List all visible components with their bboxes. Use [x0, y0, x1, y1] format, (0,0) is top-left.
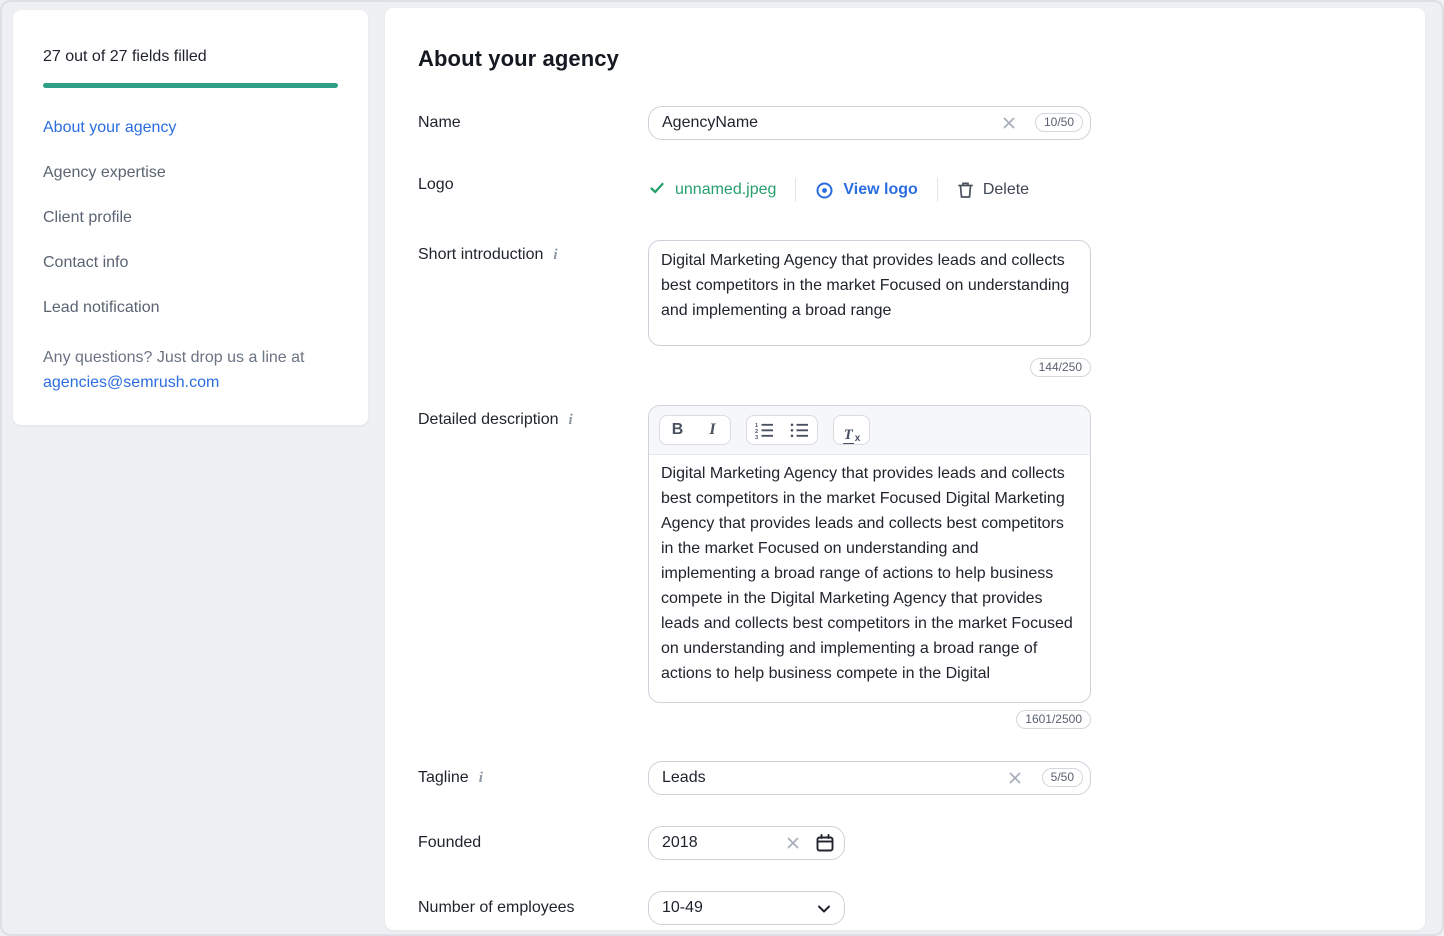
info-icon[interactable]: i: [553, 247, 557, 264]
employees-select[interactable]: 10-49: [648, 891, 845, 925]
logo-label: Logo: [418, 176, 648, 194]
check-icon: [648, 179, 666, 202]
sidebar-item-contact-info[interactable]: Contact info: [43, 254, 338, 272]
view-logo-button[interactable]: View logo: [815, 181, 917, 200]
short-introduction-row: Short introduction i Digital Marketing A…: [418, 240, 1425, 377]
name-field-wrap: 10/50: [648, 106, 1091, 140]
unordered-list-button[interactable]: [782, 416, 817, 444]
svg-text:3: 3: [755, 435, 758, 439]
logo-row: Logo unnamed.jpeg View logo: [418, 176, 1425, 202]
about-your-agency-panel: About your agency Name 10/50 Logo: [385, 8, 1425, 930]
progress-text: 27 out of 27 fields filled: [43, 48, 338, 66]
info-icon[interactable]: i: [569, 412, 573, 429]
tagline-row: Tagline i 5/50: [418, 761, 1425, 795]
employees-row: Number of employees 10-49: [418, 891, 1425, 925]
short-introduction-counter-badge: 144/250: [1030, 358, 1091, 377]
list-group: 123: [746, 415, 818, 445]
tagline-counter-badge: 5/50: [1042, 768, 1083, 787]
detailed-description-editor-body[interactable]: Digital Marketing Agency that provides l…: [649, 455, 1090, 703]
logo-filename: unnamed.jpeg: [675, 181, 776, 199]
name-counter-badge: 10/50: [1035, 113, 1083, 132]
clear-formatting-button[interactable]: T x: [834, 416, 869, 444]
bold-button[interactable]: B: [660, 416, 695, 444]
agency-form: Name 10/50 Logo: [418, 106, 1425, 925]
eye-icon: [815, 181, 834, 200]
tagline-field-wrap: 5/50: [648, 761, 1091, 795]
sidebar-item-agency-expertise[interactable]: Agency expertise: [43, 164, 338, 182]
sidebar-item-lead-notification[interactable]: Lead notification: [43, 299, 338, 317]
name-row: Name 10/50: [418, 106, 1425, 140]
chevron-down-icon: [816, 901, 832, 917]
sidebar-item-client-profile[interactable]: Client profile: [43, 209, 338, 227]
name-clear-icon[interactable]: [1001, 115, 1017, 131]
trash-icon: [957, 181, 974, 199]
divider: [795, 178, 796, 202]
employees-label: Number of employees: [418, 891, 648, 925]
support-note-text: Any questions? Just drop us a line at: [43, 349, 305, 366]
clear-formatting-icon: T: [843, 428, 854, 444]
sidebar-item-about-your-agency[interactable]: About your agency: [43, 119, 338, 137]
divider: [937, 178, 938, 202]
unordered-list-icon: [790, 421, 809, 439]
name-input[interactable]: [648, 106, 1091, 140]
tagline-label: Tagline i: [418, 761, 648, 795]
name-label: Name: [418, 106, 648, 140]
employees-selected-value: 10-49: [662, 899, 703, 917]
detailed-description-row: Detailed description i B I 123: [418, 405, 1425, 729]
tagline-clear-icon[interactable]: [1007, 770, 1023, 786]
founded-row: Founded: [418, 826, 1425, 860]
info-icon[interactable]: i: [479, 770, 483, 787]
uploaded-logo-file: unnamed.jpeg: [648, 179, 776, 202]
support-email-link[interactable]: agencies@semrush.com: [43, 374, 219, 391]
founded-field-wrap: [648, 826, 845, 860]
ordered-list-button[interactable]: 123: [747, 416, 782, 444]
delete-logo-button[interactable]: Delete: [957, 181, 1029, 199]
short-introduction-label: Short introduction i: [418, 240, 648, 264]
support-note: Any questions? Just drop us a line at ag…: [43, 345, 338, 395]
section-nav: About your agency Agency expertise Clien…: [43, 119, 338, 317]
founded-label: Founded: [418, 826, 648, 860]
founded-clear-icon[interactable]: [785, 835, 801, 851]
ordered-list-icon: 123: [755, 421, 774, 439]
progress-bar: [43, 83, 338, 88]
tagline-input[interactable]: [648, 761, 1091, 795]
editor-toolbar: B I 123: [649, 406, 1090, 455]
calendar-icon[interactable]: [816, 834, 834, 852]
detailed-description-label: Detailed description i: [418, 405, 648, 429]
progress-sidebar: 27 out of 27 fields filled About your ag…: [13, 10, 368, 425]
rich-text-editor: B I 123: [648, 405, 1091, 703]
clear-format-group: T x: [833, 415, 870, 445]
text-style-group: B I: [659, 415, 731, 445]
detailed-description-counter-badge: 1601/2500: [1016, 710, 1091, 729]
page-title: About your agency: [418, 46, 1425, 72]
short-introduction-textarea[interactable]: Digital Marketing Agency that provides l…: [648, 240, 1091, 346]
italic-button[interactable]: I: [695, 416, 730, 444]
